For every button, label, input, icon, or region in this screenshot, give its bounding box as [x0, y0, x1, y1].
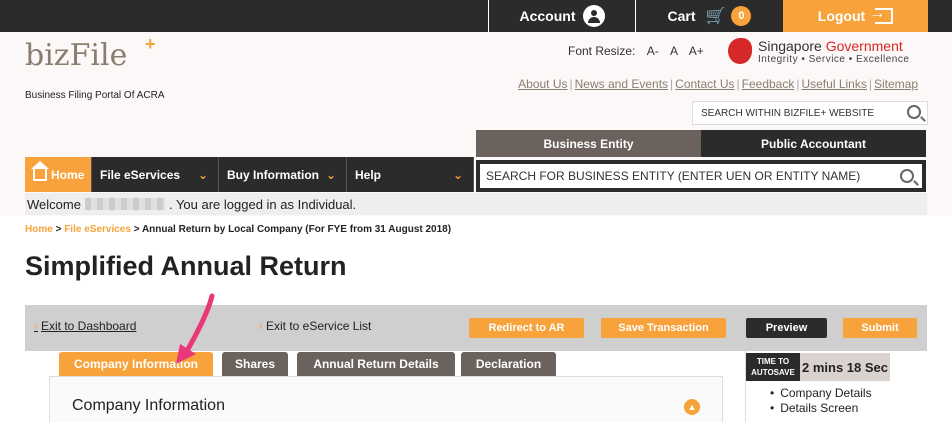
welcome-prefix: Welcome	[27, 196, 81, 212]
side-nav-list: Company Details Details Screen	[770, 386, 872, 416]
nav-help-label: Help	[355, 167, 382, 182]
cart-icon: 🛒	[705, 8, 726, 25]
collapse-toggle-button[interactable]: ▲	[684, 399, 700, 415]
link-about-us[interactable]: About Us	[518, 77, 567, 91]
account-label: Account	[519, 8, 576, 24]
welcome-suffix: . You are logged in as Individual.	[168, 196, 357, 212]
link-news-events[interactable]: News and Events	[575, 77, 668, 91]
tagline: Business Filing Portal Of ACRA	[25, 90, 165, 101]
exit-list-label: Exit to eService List	[266, 319, 372, 333]
autosave-secs: 18 Sec	[846, 359, 888, 375]
nav-home[interactable]: Home	[25, 157, 92, 192]
cart-button[interactable]: Cart 🛒 0	[636, 0, 783, 32]
preview-button[interactable]: Preview	[746, 318, 827, 338]
breadcrumb-home[interactable]: Home	[25, 224, 53, 235]
cart-count-badge: 0	[731, 6, 752, 26]
company-information-panel: Company Information ▲	[49, 376, 723, 422]
font-increase-button[interactable]: A+	[689, 44, 704, 58]
tab-declaration[interactable]: Declaration	[461, 352, 556, 376]
singapore-government-logo: Singapore Government Integrity • Service…	[728, 38, 928, 66]
page-title: Simplified Annual Return	[25, 251, 347, 281]
font-resize: Font Resize: A- A A+	[568, 44, 704, 58]
redirect-to-ar-button[interactable]: Redirect to AR	[469, 318, 584, 338]
nav-buy-label: Buy Information	[227, 167, 319, 182]
link-sitemap[interactable]: Sitemap	[874, 77, 918, 91]
header-links: About Us | News and Events | Contact Us | Feed…	[518, 77, 918, 91]
breadcrumb-current: Annual Return by Local Company (For FYE …	[141, 224, 452, 235]
autosave-mins: 2 mins	[801, 359, 844, 375]
chevron-down-icon: ⌄	[197, 168, 208, 182]
tab-public-accountant[interactable]: Public Accountant	[701, 130, 926, 157]
user-icon	[582, 5, 605, 27]
site-search-placeholder: SEARCH WITHIN BIZFILE+ WEBSITE	[701, 107, 875, 119]
exit-eservice-list-link[interactable]: ‹ Exit to eService List	[259, 319, 371, 333]
form-tabs-area: Company Information Shares Annual Return…	[25, 351, 927, 422]
entity-search-input[interactable]: SEARCH FOR BUSINESS ENTITY (ENTER UEN OR…	[476, 160, 926, 192]
welcome-bar: Welcome . You are logged in as Individua…	[25, 193, 927, 215]
site-search-input[interactable]: SEARCH WITHIN BIZFILE+ WEBSITE	[692, 101, 928, 125]
search-icon[interactable]	[907, 105, 921, 119]
autosave-label: TIME TO AUTOSAVE	[746, 353, 800, 381]
breadcrumb: Home > File eServices > Annual Return by…	[25, 224, 452, 235]
logout-button[interactable]: Logout	[783, 0, 928, 32]
gov-subtitle: Integrity • Service • Excellence	[758, 54, 910, 65]
nav-home-label: Home	[51, 167, 85, 182]
entity-search-placeholder: SEARCH FOR BUSINESS ENTITY (ENTER UEN OR…	[486, 169, 861, 183]
font-normal-button[interactable]: A	[670, 44, 677, 58]
side-item-details-screen[interactable]: Details Screen	[770, 401, 872, 416]
nav-buy-information[interactable]: Buy Information ⌄	[219, 157, 347, 192]
link-contact-us[interactable]: Contact Us	[675, 77, 734, 91]
account-button[interactable]: Account	[488, 0, 636, 32]
logout-label: Logout	[817, 8, 866, 24]
chevron-down-icon: ⌄	[325, 168, 336, 182]
bizfile-logo[interactable]: bizFile +	[25, 34, 175, 90]
nav-help[interactable]: Help ⌄	[347, 157, 474, 192]
exit-dashboard-link[interactable]: ‹ Exit to Dashboard	[34, 319, 136, 333]
cart-label: Cart	[667, 8, 696, 24]
redacted-username	[84, 198, 165, 210]
home-icon	[31, 160, 49, 181]
chevron-down-icon: ⌄	[452, 168, 463, 182]
side-item-company-details[interactable]: Company Details	[770, 386, 871, 401]
nav-file-eservices[interactable]: File eServices ⌄	[92, 157, 219, 192]
font-resize-label: Font Resize:	[568, 44, 636, 58]
logout-icon	[869, 5, 894, 24]
tab-shares[interactable]: Shares	[222, 352, 288, 376]
autosave-timer: 2 mins 18 Sec	[800, 353, 890, 381]
search-icon[interactable]	[900, 169, 914, 183]
logo-text: bizFile	[25, 38, 128, 73]
chevron-left-icon: ‹	[259, 319, 263, 333]
chevron-up-icon: ▲	[687, 402, 697, 412]
nav-file-label: File eServices	[100, 167, 181, 182]
chevron-left-icon: ‹	[34, 319, 38, 333]
tab-business-entity[interactable]: Business Entity	[476, 130, 701, 157]
font-decrease-button[interactable]: A-	[647, 44, 659, 58]
breadcrumb-file-eservices[interactable]: File eServices	[64, 224, 131, 235]
action-bar: ‹ Exit to Dashboard ‹ Exit to eService Lis…	[25, 305, 927, 351]
link-useful-links[interactable]: Useful Links	[801, 77, 866, 91]
side-panel: TIME TO AUTOSAVE 2 mins 18 Sec Company D…	[745, 351, 915, 422]
main-nav: Home File eServices ⌄ Buy Information ⌄ …	[25, 157, 474, 192]
tab-annual-return-details[interactable]: Annual Return Details	[297, 352, 455, 376]
submit-button[interactable]: Submit	[843, 318, 917, 338]
logo-plus: +	[145, 34, 156, 54]
section-title: Company Information	[72, 397, 225, 414]
exit-dashboard-label: Exit to Dashboard	[41, 319, 137, 333]
save-transaction-button[interactable]: Save Transaction	[601, 318, 726, 338]
lion-head-icon	[728, 38, 752, 64]
annotation-arrow-icon	[176, 293, 215, 364]
link-feedback[interactable]: Feedback	[742, 77, 795, 91]
entity-tabs: Business Entity Public Accountant	[476, 130, 926, 157]
top-bar: Account Cart 🛒 0 Logout	[0, 0, 952, 32]
gov-title: Singapore Government	[758, 38, 903, 54]
